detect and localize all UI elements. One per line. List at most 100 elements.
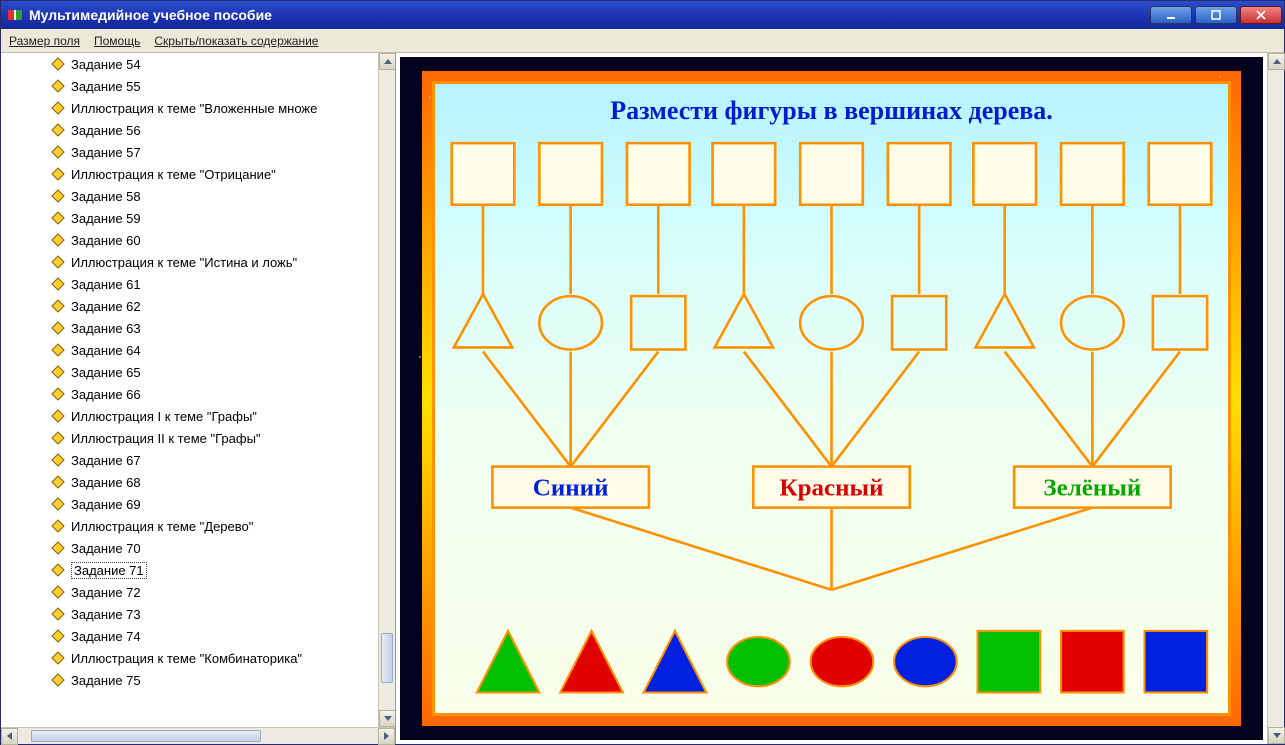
toc-item[interactable]: Иллюстрация II к теме "Графы" (1, 427, 378, 449)
toc-item[interactable]: Задание 55 (1, 75, 378, 97)
toc-item[interactable]: Иллюстрация к теме "Вложенные множе (1, 97, 378, 119)
scroll-thumb[interactable] (31, 730, 261, 742)
category-box (492, 467, 649, 508)
node-square (1153, 296, 1207, 349)
leaf-slot[interactable] (973, 143, 1036, 205)
scroll-thumb[interactable] (381, 633, 393, 683)
palette-shape[interactable] (894, 637, 957, 686)
toc-item[interactable]: Задание 57 (1, 141, 378, 163)
leaf-slot[interactable] (888, 143, 951, 205)
palette-shape[interactable] (1061, 631, 1124, 693)
toc-item[interactable]: Иллюстрация к теме "Дерево" (1, 515, 378, 537)
node-square (892, 296, 946, 349)
chevron-right-icon (384, 732, 389, 740)
scroll-down-button[interactable] (379, 710, 395, 727)
toc-item[interactable]: Задание 64 (1, 339, 378, 361)
toc-item[interactable]: Задание 69 (1, 493, 378, 515)
window-title: Мультимедийное учебное пособие (29, 7, 272, 23)
toc-item-label: Задание 55 (71, 79, 141, 94)
palette-shape[interactable] (1145, 631, 1208, 693)
toc-item[interactable]: Задание 73 (1, 603, 378, 625)
toc-item[interactable]: Задание 56 (1, 119, 378, 141)
toc-item-label: Задание 65 (71, 365, 141, 380)
page-icon (51, 233, 65, 247)
toc-item[interactable]: Задание 63 (1, 317, 378, 339)
menu-toggle-toc[interactable]: Скрыть/показать содержание (154, 34, 318, 48)
task-title: Размести фигуры в вершинах дерева. (435, 96, 1228, 126)
page-icon (51, 255, 65, 269)
page-icon (51, 299, 65, 313)
maximize-button[interactable] (1195, 6, 1237, 24)
toc-item-label: Иллюстрация II к теме "Графы" (71, 431, 261, 446)
page-icon (51, 167, 65, 181)
scroll-down-button[interactable] (1268, 727, 1285, 744)
maximize-icon (1209, 10, 1223, 20)
category-label: Зелёный (1043, 474, 1141, 501)
page-icon (51, 101, 65, 115)
toc-item[interactable]: Задание 66 (1, 383, 378, 405)
toc-item[interactable]: Задание 61 (1, 273, 378, 295)
toc-item[interactable]: Задание 70 (1, 537, 378, 559)
page-icon (51, 321, 65, 335)
leaf-slot[interactable] (1149, 143, 1212, 205)
toc-item-label: Задание 75 (71, 673, 141, 688)
toc-item[interactable]: Иллюстрация к теме "Истина и ложь" (1, 251, 378, 273)
scroll-right-button[interactable] (378, 728, 395, 745)
toc-item-label: Задание 73 (71, 607, 141, 622)
toc-item[interactable]: Задание 68 (1, 471, 378, 493)
toc-item[interactable]: Иллюстрация к теме "Отрицание" (1, 163, 378, 185)
toc-item[interactable]: Задание 58 (1, 185, 378, 207)
content-vscrollbar[interactable] (1267, 53, 1284, 744)
stage: Размести фигуры в вершинах дерева. Синий… (400, 57, 1263, 740)
page-icon (51, 387, 65, 401)
toc-item-label: Иллюстрация к теме "Истина и ложь" (71, 255, 297, 270)
page-icon (51, 541, 65, 555)
leaf-slot[interactable] (1061, 143, 1124, 205)
palette-shape[interactable] (477, 631, 540, 693)
toc-item[interactable]: Иллюстрация I к теме "Графы" (1, 405, 378, 427)
leaf-slot[interactable] (713, 143, 776, 205)
palette-shape[interactable] (978, 631, 1041, 693)
toc-item-label: Задание 56 (71, 123, 141, 138)
palette-shape[interactable] (644, 631, 707, 693)
toc-item[interactable]: Задание 54 (1, 53, 378, 75)
menu-field-size[interactable]: Размер поля (9, 34, 80, 48)
toc-item[interactable]: Задание 62 (1, 295, 378, 317)
sidebar-vscrollbar[interactable] (378, 53, 395, 727)
scroll-up-button[interactable] (1268, 53, 1285, 70)
toc-item-label: Задание 57 (71, 145, 141, 160)
toc-item[interactable]: Задание 71 (1, 559, 378, 581)
leaf-slot[interactable] (800, 143, 863, 205)
close-button[interactable] (1240, 6, 1282, 24)
toc-item[interactable]: Задание 74 (1, 625, 378, 647)
page-icon (51, 409, 65, 423)
toc-item[interactable]: Задание 72 (1, 581, 378, 603)
toc-item[interactable]: Задание 75 (1, 669, 378, 691)
toc-item[interactable]: Задание 59 (1, 207, 378, 229)
toc-item[interactable]: Задание 60 (1, 229, 378, 251)
page-icon (51, 585, 65, 599)
toc-item[interactable]: Иллюстрация к теме "Комбинаторика" (1, 647, 378, 669)
minimize-button[interactable] (1150, 6, 1192, 24)
palette-shape[interactable] (727, 637, 790, 686)
toc-item[interactable]: Задание 67 (1, 449, 378, 471)
minimize-icon (1164, 10, 1178, 20)
toc-item-label: Иллюстрация к теме "Вложенные множе (71, 101, 317, 116)
toc-item-label: Задание 69 (71, 497, 141, 512)
palette-shape[interactable] (560, 631, 623, 693)
toc-tree[interactable]: Задание 54 Задание 55 Иллюстрация к теме "… (1, 53, 378, 727)
scroll-up-button[interactable] (379, 53, 395, 70)
leaf-slot[interactable] (539, 143, 602, 205)
scroll-left-button[interactable] (1, 728, 18, 745)
sidebar: Задание 54 Задание 55 Иллюстрация к теме "… (1, 53, 396, 744)
leaf-slot[interactable] (452, 143, 515, 205)
sidebar-hscrollbar[interactable] (1, 727, 395, 744)
toc-item-label: Иллюстрация к теме "Комбинаторика" (71, 651, 302, 666)
menu-help[interactable]: Помощь (94, 34, 140, 48)
category-label: Красный (779, 474, 883, 501)
node-triangle (454, 294, 512, 347)
palette-shape[interactable] (811, 637, 874, 686)
page-icon (51, 651, 65, 665)
leaf-slot[interactable] (627, 143, 690, 205)
toc-item[interactable]: Задание 65 (1, 361, 378, 383)
